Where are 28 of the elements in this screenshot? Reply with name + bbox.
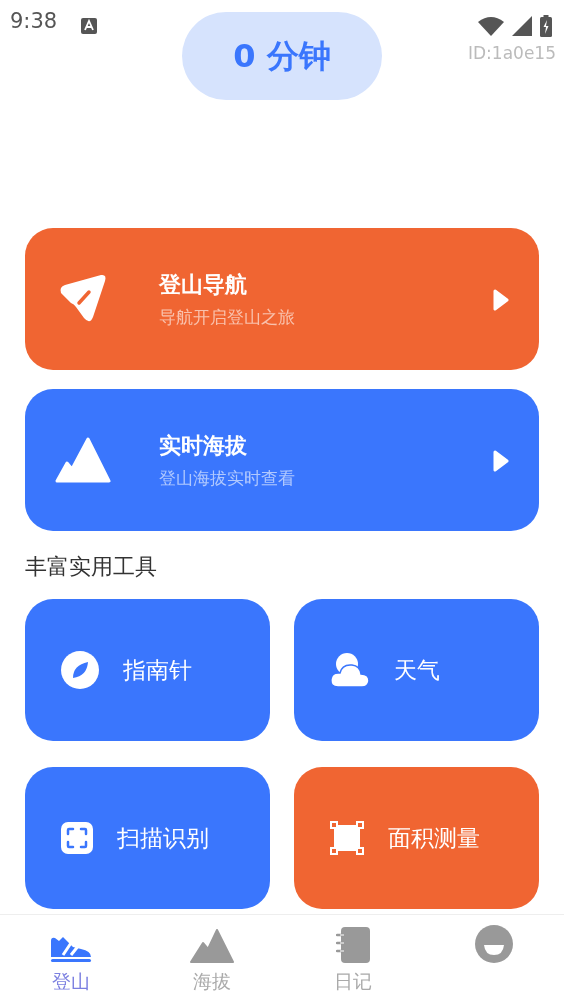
notebook-icon [335,927,370,963]
clock-time: 9:38 [10,8,58,35]
play-arrow-icon [493,287,509,311]
area-square-icon [330,821,364,855]
card-subtitle: 登山海拔实时查看 [159,466,295,490]
tool-card[interactable]: 扫描识别 [25,767,270,909]
mountain-icon [55,437,111,483]
tool-card[interactable]: 面积测量 [294,767,539,909]
profile-icon [474,925,513,963]
nav-tab[interactable]: 日记 [282,915,423,1004]
scan-frame-icon [61,822,93,854]
mountain-icon [189,929,234,963]
cloud-icon [330,652,370,688]
card-subtitle: 导航开启登山之旅 [159,305,295,329]
play-arrow-icon [493,448,509,472]
feature-card[interactable]: 登山导航 导航开启登山之旅 [25,228,539,370]
card-title: 实时海拔 [159,431,248,460]
nav-tab[interactable]: 登山 [0,915,141,1004]
tool-card[interactable]: 指南针 [25,599,270,741]
device-id: ID:1a0e15 [468,42,556,65]
section-title: 丰富实用工具 [25,553,158,581]
card-title: 登山导航 [159,270,248,299]
timer-button[interactable]: 0 分钟 [182,12,382,100]
nav-tab[interactable]: 海拔 [141,915,282,1004]
compass-icon [61,651,99,689]
feature-card[interactable]: 实时海拔 登山海拔实时查看 [25,389,539,531]
tool-card[interactable]: 天气 [294,599,539,741]
shoe-icon [48,937,93,963]
